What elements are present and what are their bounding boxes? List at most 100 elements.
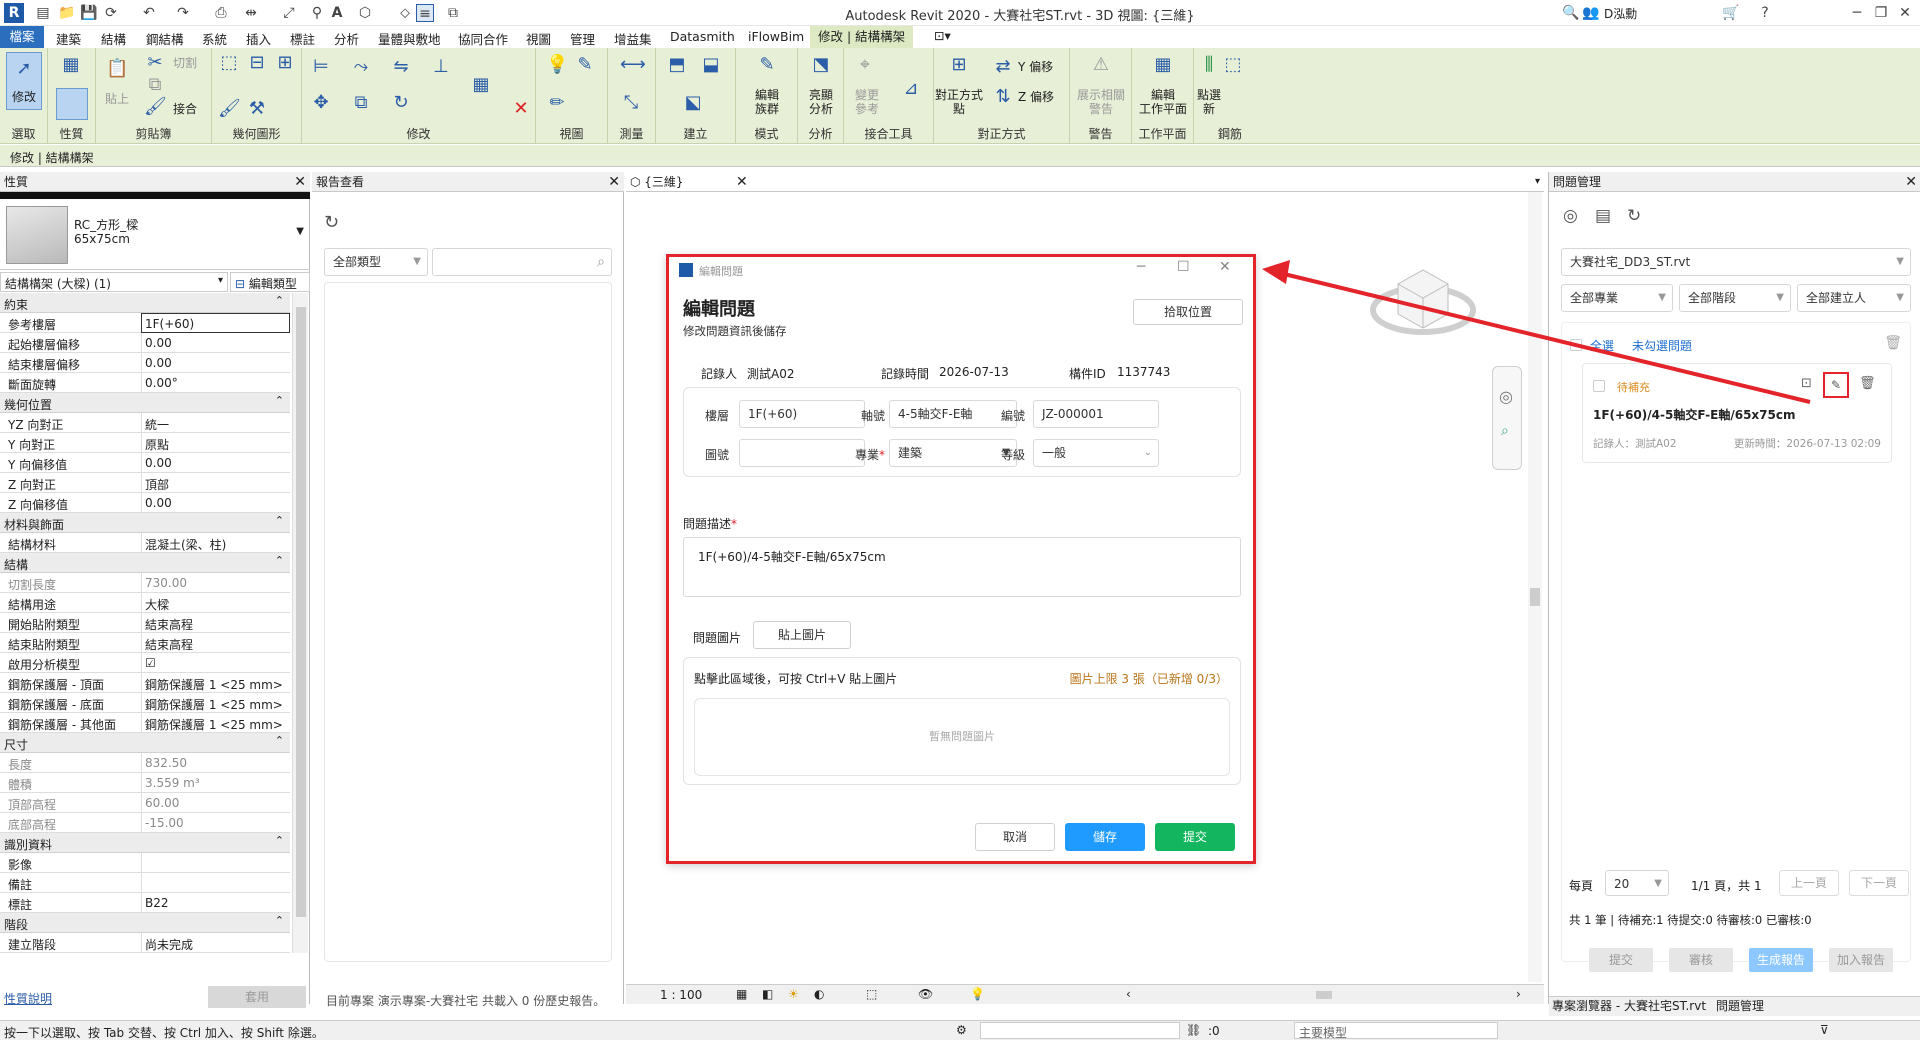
select-all-checkbox[interactable] <box>1570 339 1582 351</box>
undo-icon[interactable]: ↶ <box>140 4 158 22</box>
tab-annotate[interactable]: 標註 <box>290 29 315 48</box>
report-icon[interactable]: ▤ <box>1595 206 1611 226</box>
group-label-select[interactable]: 選取 <box>0 125 47 142</box>
detail-level-icon[interactable]: ▦ <box>736 987 747 1001</box>
viewcube-icon[interactable] <box>1368 248 1478 348</box>
property-value[interactable]: 結束高程 <box>141 613 290 633</box>
crop-icon[interactable]: ⬚ <box>866 987 877 1001</box>
property-section[interactable]: 約束 ⌃ <box>0 293 290 313</box>
refresh-icon[interactable]: ↻ <box>324 212 339 233</box>
generate-report-button[interactable]: 生成報告 <box>1749 948 1813 972</box>
close-view-icon[interactable]: ✕ <box>736 172 748 192</box>
property-value[interactable]: 鋼筋保護層 1 <25 mm> <box>141 693 290 713</box>
workset-select[interactable] <box>980 1022 1180 1039</box>
property-value[interactable]: 60.00 <box>141 793 290 813</box>
design-option-select[interactable]: 主要模型 <box>1294 1022 1498 1040</box>
align-icon[interactable]: ⊨ <box>310 56 332 78</box>
collapse-icon[interactable]: ⌃ <box>275 734 284 747</box>
print-icon[interactable]: ⎙ <box>212 4 230 22</box>
cut-label[interactable]: 切割 <box>168 56 202 70</box>
rebar-icon[interactable]: ⬚ <box>1222 54 1244 76</box>
property-value[interactable]: 3.559 m³ <box>141 773 290 793</box>
filter-icon[interactable]: ⊽ <box>1820 1023 1829 1037</box>
pick-location-button[interactable]: 拾取位置 <box>1133 299 1243 325</box>
workplane-icon[interactable]: ▦ <box>1152 54 1174 76</box>
code-field[interactable]: JZ-000001 <box>1033 400 1159 428</box>
close-issues-icon[interactable]: ✕ <box>1905 172 1917 192</box>
tag-icon[interactable]: ⚲ <box>308 4 326 22</box>
geometry-icon[interactable]: ⬚ <box>218 52 240 74</box>
create-group-icon[interactable]: ⬓ <box>700 54 722 76</box>
array-icon[interactable]: ▦ <box>470 74 492 96</box>
tab-datasmith[interactable]: Datasmith <box>670 29 735 44</box>
tab-massing[interactable]: 量體與敷地 <box>378 29 441 48</box>
close-report-icon[interactable]: ✕ <box>608 172 620 192</box>
property-value[interactable]: 0.00° <box>141 373 290 393</box>
mirror-icon[interactable]: ⇋ <box>390 56 412 78</box>
refresh-icon[interactable]: ↻ <box>1627 206 1641 226</box>
discipline-filter[interactable]: 全部專業 ▼ <box>1561 284 1673 312</box>
property-section[interactable]: 階段 ⌃ <box>0 913 290 933</box>
view-tab-3d[interactable]: {三維} <box>644 175 683 189</box>
override-icon[interactable]: ✎ <box>574 54 596 76</box>
tab-structure[interactable]: 結構 <box>101 29 126 48</box>
thin-lines-icon[interactable]: ≡ <box>416 4 434 22</box>
h-scroll-thumb[interactable] <box>1316 991 1332 999</box>
demolish-icon[interactable]: ⚒ <box>246 98 268 120</box>
editable-icon[interactable]: ⛓ <box>1186 1023 1201 1037</box>
create-parts-icon[interactable]: ⬒ <box>666 54 688 76</box>
property-value[interactable]: 統一 <box>141 413 290 433</box>
property-value[interactable]: 鋼筋保護層 1 <25 mm> <box>141 673 290 693</box>
locate-issue-icon[interactable]: ⊡ <box>1801 376 1812 391</box>
paste-icon[interactable]: 📋 <box>106 58 128 80</box>
save-button[interactable]: 儲存 <box>1065 823 1145 851</box>
stage-filter[interactable]: 全部階段 ▼ <box>1679 284 1791 312</box>
dialog-maximize-icon[interactable]: ☐ <box>1177 259 1190 275</box>
scroll-right-icon[interactable]: › <box>1516 987 1521 1001</box>
dimension-icon[interactable]: ⤢ <box>280 4 298 22</box>
report-type-select[interactable]: 全部類型 ▼ <box>324 248 428 276</box>
paste-image-button[interactable]: 貼上圖片 <box>753 621 851 649</box>
copy-icon[interactable]: ⧉ <box>144 74 166 96</box>
property-section[interactable]: 識別資料 ⌃ <box>0 833 290 853</box>
tab-modify-framing[interactable]: 修改 | 結構構架 <box>810 26 914 48</box>
property-value[interactable]: 1F(+60) <box>141 313 290 333</box>
level-select[interactable]: 一般 ⌄ <box>1033 439 1159 467</box>
search-icon[interactable]: 🔍 <box>1562 4 1580 22</box>
scroll-thumb[interactable] <box>296 307 306 917</box>
submit-button[interactable]: 提交 <box>1155 823 1235 851</box>
move-icon[interactable]: ✥ <box>310 92 332 114</box>
navigation-bar[interactable]: ◎ ⌕ <box>1492 366 1522 470</box>
rebar-pick-icon[interactable]: ⫼ <box>1198 54 1220 76</box>
edit-type-button[interactable]: ⊟ 編輯類型 <box>230 272 310 292</box>
type-properties-button[interactable] <box>56 88 88 120</box>
z-offset-icon[interactable]: ⇅ <box>992 86 1014 108</box>
image-drop-area[interactable]: 暫無問題圖片 <box>694 698 1230 776</box>
delete-issue-icon[interactable]: 🗑 <box>1859 376 1876 391</box>
tab-options-icon[interactable]: ⊡▾ <box>934 28 951 43</box>
collapse-icon[interactable]: ⌃ <box>275 914 284 927</box>
property-value[interactable]: 原點 <box>141 433 290 453</box>
property-section[interactable]: 材料與飾面 ⌃ <box>0 513 290 533</box>
collapse-icon[interactable]: ⌃ <box>275 514 284 527</box>
z-offset-label[interactable]: Z 偏移 <box>1018 90 1068 104</box>
match-icon[interactable]: 🖌 <box>144 96 167 118</box>
creator-filter[interactable]: 全部建立人 ▼ <box>1797 284 1911 312</box>
worksets-icon[interactable]: ⚙ <box>956 1023 967 1037</box>
properties-help-link[interactable]: 性質說明 <box>4 990 52 1007</box>
section-icon[interactable]: ⬦ <box>396 4 414 22</box>
submit-issues-button[interactable]: 提交 <box>1589 948 1653 972</box>
minimize-icon[interactable]: ─ <box>1848 4 1866 22</box>
property-value[interactable]: B22 <box>141 893 290 913</box>
rotate-icon[interactable]: ↻ <box>390 92 412 114</box>
measure-tool-icon[interactable]: ⟷ <box>620 54 646 76</box>
property-value[interactable]: 0.00 <box>141 493 290 513</box>
next-page-button[interactable]: 下一頁 <box>1849 870 1909 896</box>
properties-scrollbar[interactable] <box>292 293 308 953</box>
property-value[interactable]: 尚未完成 <box>141 933 290 953</box>
steering-wheel-icon[interactable]: ◎ <box>1499 387 1513 406</box>
unchecked-filter[interactable]: 未勾選問題 <box>1632 337 1692 354</box>
review-issues-button[interactable]: 審核 <box>1669 948 1733 972</box>
visual-style-icon[interactable]: ◧ <box>762 987 773 1001</box>
tab-collaborate[interactable]: 協同合作 <box>458 29 508 48</box>
